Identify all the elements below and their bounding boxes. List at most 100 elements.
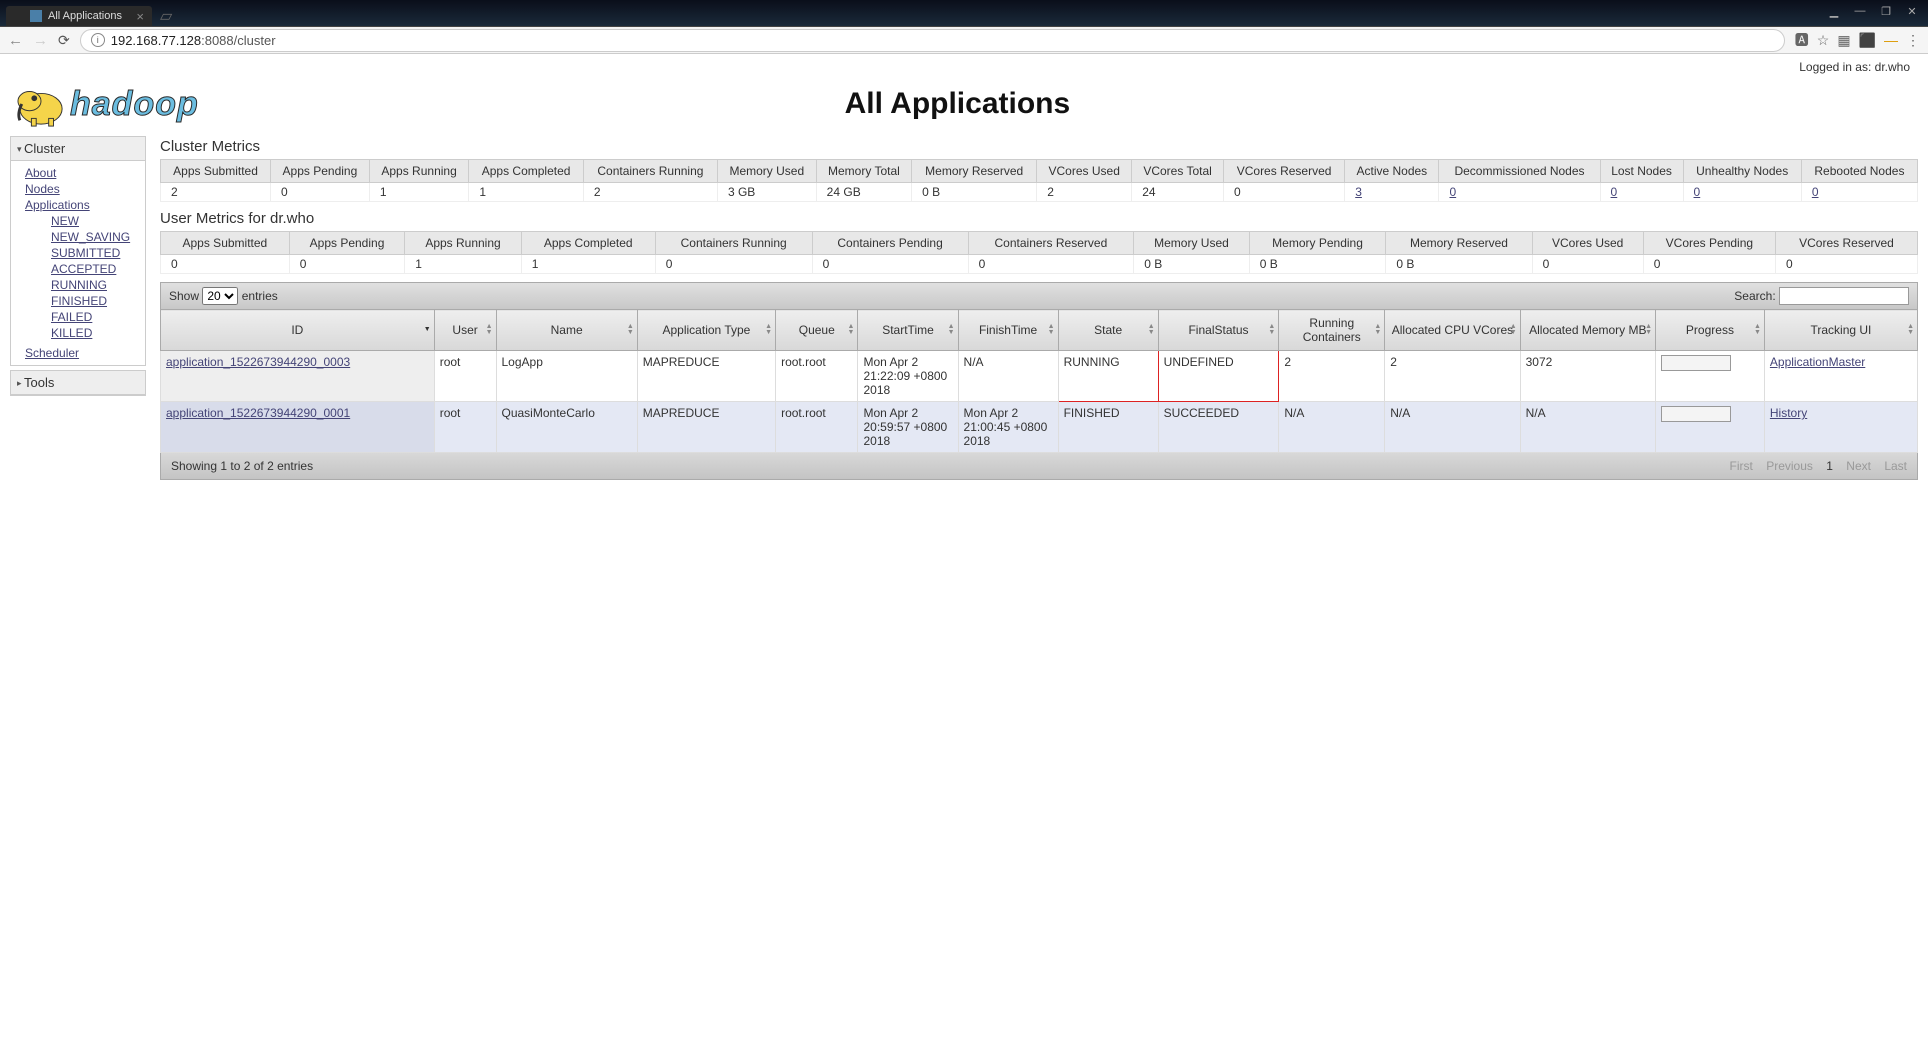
cell-start: Mon Apr 2 21:22:09 +0800 2018 [858, 351, 958, 402]
um-h-apps-submitted[interactable]: Apps Submitted [161, 232, 290, 255]
sidebar-item-about[interactable]: About [11, 165, 145, 181]
cm-h-vcores-used[interactable]: VCores Used [1037, 160, 1132, 183]
rebooted-nodes-link[interactable]: 0 [1812, 185, 1819, 199]
page-size-select[interactable]: 20 [202, 287, 238, 305]
sidebar-item-accepted[interactable]: ACCEPTED [11, 261, 145, 277]
sidebar-tools-header[interactable]: Tools [11, 371, 145, 395]
sidebar-item-failed[interactable]: FAILED [11, 309, 145, 325]
cm-h-unhealthy-nodes[interactable]: Unhealthy Nodes [1683, 160, 1801, 183]
sidebar-item-new[interactable]: NEW [11, 213, 145, 229]
um-h-apps-pending[interactable]: Apps Pending [289, 232, 405, 255]
cell-id: application_1522673944290_0001 [161, 402, 435, 453]
show-entries-label: Show 20 entries [169, 287, 278, 305]
um-h-vcores-pending[interactable]: VCores Pending [1643, 232, 1775, 255]
menu-icon[interactable]: ⋮ [1906, 32, 1920, 49]
tracking-link[interactable]: ApplicationMaster [1770, 355, 1865, 369]
cm-h-memory-used[interactable]: Memory Used [717, 160, 816, 183]
search-input[interactable] [1779, 287, 1909, 305]
cm-h-rebooted-nodes[interactable]: Rebooted Nodes [1801, 160, 1917, 183]
um-h-containers-reserved[interactable]: Containers Reserved [968, 232, 1134, 255]
sidebar-item-submitted[interactable]: SUBMITTED [11, 245, 145, 261]
sidebar-item-applications[interactable]: Applications [11, 197, 145, 213]
cm-h-vcores-total[interactable]: VCores Total [1132, 160, 1224, 183]
cm-h-apps-submitted[interactable]: Apps Submitted [161, 160, 271, 183]
translate-icon[interactable]: 🅰 [1795, 30, 1809, 50]
close-icon[interactable]: ✕ [1900, 2, 1924, 20]
col-rc[interactable]: Running Containers▲▼ [1279, 310, 1385, 351]
um-h-apps-completed[interactable]: Apps Completed [521, 232, 655, 255]
col-state[interactable]: State▲▼ [1058, 310, 1158, 351]
sort-icon: ▲▼ [627, 324, 634, 336]
search-label: Search: [1734, 287, 1909, 305]
address-bar[interactable]: i 192.168.77.128:8088/cluster [80, 29, 1785, 52]
cm-lost-nodes: 0 [1600, 183, 1683, 202]
pagination: First Previous 1 Next Last [1720, 459, 1907, 473]
lost-nodes-link[interactable]: 0 [1611, 185, 1618, 199]
col-name[interactable]: Name▲▼ [496, 310, 637, 351]
cm-h-decommissioned-nodes[interactable]: Decommissioned Nodes [1439, 160, 1600, 183]
page-next[interactable]: Next [1846, 459, 1871, 473]
application-id-link[interactable]: application_1522673944290_0003 [166, 355, 350, 369]
sidebar-item-killed[interactable]: KILLED [11, 325, 145, 341]
extension-icon[interactable]: — [1884, 32, 1898, 48]
user-metrics-table: Apps Submitted Apps Pending Apps Running… [160, 231, 1918, 274]
col-prog[interactable]: Progress▲▼ [1656, 310, 1765, 351]
tracking-link[interactable]: History [1770, 406, 1807, 420]
cm-h-containers-running[interactable]: Containers Running [583, 160, 717, 183]
new-tab-button[interactable]: ▱ [152, 6, 180, 26]
col-user[interactable]: User▲▼ [434, 310, 496, 351]
um-h-containers-pending[interactable]: Containers Pending [812, 232, 968, 255]
browser-tab[interactable]: All Applications × [6, 6, 152, 26]
col-start[interactable]: StartTime▲▼ [858, 310, 958, 351]
um-h-vcores-reserved[interactable]: VCores Reserved [1776, 232, 1918, 255]
sidebar-item-finished[interactable]: FINISHED [11, 293, 145, 309]
um-memory-pending: 0 B [1249, 255, 1386, 274]
extension-icon[interactable]: ▦ [1837, 32, 1850, 49]
page-1[interactable]: 1 [1826, 459, 1833, 473]
cm-h-vcores-reserved[interactable]: VCores Reserved [1223, 160, 1344, 183]
maximize-icon[interactable]: ❐ [1874, 2, 1898, 20]
cm-h-memory-reserved[interactable]: Memory Reserved [912, 160, 1037, 183]
sidebar-item-scheduler[interactable]: Scheduler [11, 345, 145, 361]
minimize-icon[interactable]: — [1848, 2, 1872, 20]
page-prev[interactable]: Previous [1766, 459, 1813, 473]
close-icon[interactable]: × [136, 9, 144, 24]
sidebar-item-running[interactable]: RUNNING [11, 277, 145, 293]
col-type[interactable]: Application Type▲▼ [637, 310, 775, 351]
um-h-memory-pending[interactable]: Memory Pending [1249, 232, 1386, 255]
decommissioned-nodes-link[interactable]: 0 [1449, 185, 1456, 199]
unhealthy-nodes-link[interactable]: 0 [1694, 185, 1701, 199]
col-id[interactable]: ID▼ [161, 310, 435, 351]
page-last[interactable]: Last [1884, 459, 1907, 473]
site-info-icon[interactable]: i [91, 33, 105, 47]
active-nodes-link[interactable]: 3 [1355, 185, 1362, 199]
col-mem[interactable]: Allocated Memory MB▲▼ [1520, 310, 1655, 351]
minimize-icon[interactable]: ▁ [1822, 2, 1846, 20]
um-h-vcores-used[interactable]: VCores Used [1532, 232, 1643, 255]
extension-icon[interactable]: ⬛ [1859, 32, 1876, 49]
back-icon[interactable]: ← [8, 32, 23, 49]
application-id-link[interactable]: application_1522673944290_0001 [166, 406, 350, 420]
col-finish[interactable]: FinishTime▲▼ [958, 310, 1058, 351]
cm-h-active-nodes[interactable]: Active Nodes [1345, 160, 1439, 183]
um-h-apps-running[interactable]: Apps Running [405, 232, 521, 255]
sidebar-item-new-saving[interactable]: NEW_SAVING [11, 229, 145, 245]
col-queue[interactable]: Queue▲▼ [776, 310, 858, 351]
bookmark-icon[interactable]: ☆ [1817, 32, 1830, 49]
cm-h-memory-total[interactable]: Memory Total [816, 160, 912, 183]
hadoop-logo[interactable]: hadoop [12, 80, 199, 128]
cm-h-apps-running[interactable]: Apps Running [369, 160, 469, 183]
cm-h-apps-pending[interactable]: Apps Pending [271, 160, 370, 183]
cm-h-apps-completed[interactable]: Apps Completed [469, 160, 584, 183]
sidebar-cluster-header[interactable]: Cluster [11, 137, 145, 161]
col-fstatus[interactable]: FinalStatus▲▼ [1158, 310, 1279, 351]
um-h-containers-running[interactable]: Containers Running [655, 232, 812, 255]
col-cpu[interactable]: Allocated CPU VCores▲▼ [1385, 310, 1520, 351]
reload-icon[interactable]: ⟳ [58, 32, 70, 49]
page-first[interactable]: First [1730, 459, 1753, 473]
um-h-memory-reserved[interactable]: Memory Reserved [1386, 232, 1532, 255]
col-track[interactable]: Tracking UI▲▼ [1764, 310, 1917, 351]
sidebar-item-nodes[interactable]: Nodes [11, 181, 145, 197]
cm-h-lost-nodes[interactable]: Lost Nodes [1600, 160, 1683, 183]
um-h-memory-used[interactable]: Memory Used [1134, 232, 1250, 255]
